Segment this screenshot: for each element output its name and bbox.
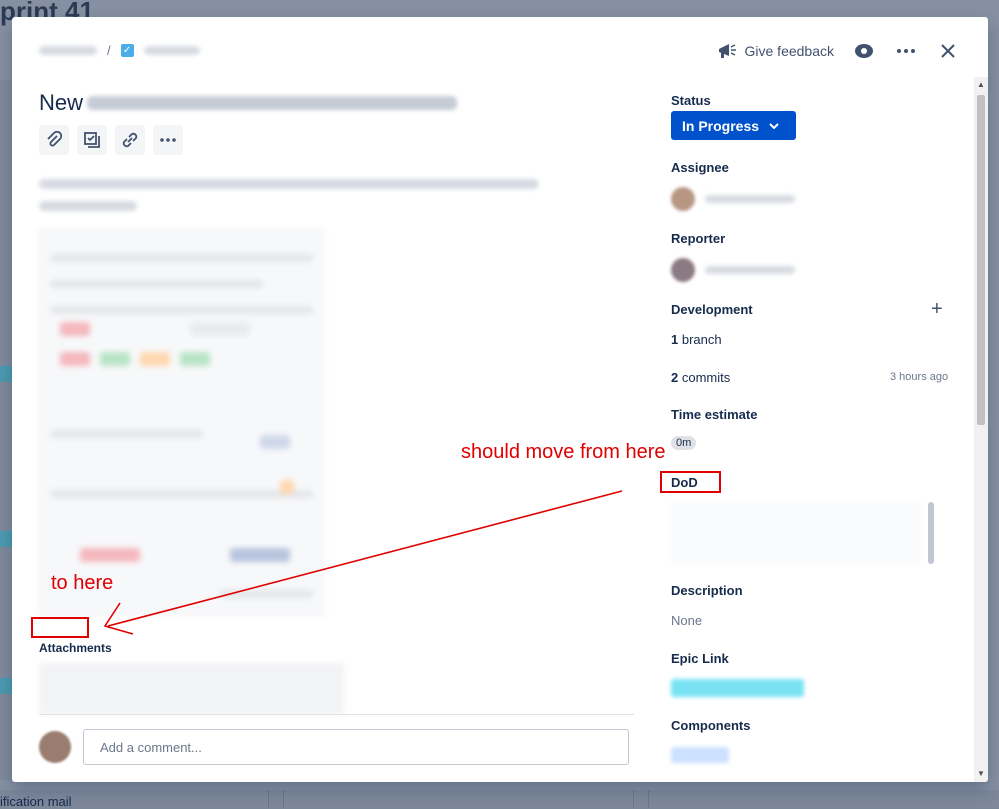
issue-title[interactable]: New — [39, 90, 458, 116]
board-card-tag — [0, 531, 12, 547]
avatar — [671, 258, 695, 282]
annotation-target-box — [31, 617, 89, 638]
assignee-label: Assignee — [671, 160, 729, 175]
link-icon[interactable] — [115, 125, 145, 155]
child-issue-icon[interactable] — [77, 125, 107, 155]
avatar — [671, 187, 695, 211]
board-column-divider — [633, 790, 634, 808]
task-type-icon: ✓ — [120, 44, 134, 57]
epic-link-label: Epic Link — [671, 651, 729, 666]
assignee-name-redacted — [705, 195, 795, 203]
annotation-from-text: should move from here — [461, 441, 666, 463]
more-icon[interactable] — [153, 125, 183, 155]
close-icon[interactable] — [936, 39, 960, 63]
board-footer: ification mail — [0, 790, 999, 809]
branch-link[interactable]: 1 branch — [671, 332, 722, 347]
chevron-down-icon — [769, 122, 779, 129]
divider — [39, 714, 634, 715]
breadcrumb: / ✓ — [39, 43, 200, 58]
commit-timestamp: 3 hours ago — [890, 371, 949, 383]
status-label: Status — [671, 93, 711, 108]
components-value[interactable] — [671, 747, 729, 763]
commit-count: 2 — [671, 370, 679, 385]
assignee-field[interactable] — [671, 187, 795, 211]
time-estimate-label: Time estimate — [671, 407, 758, 422]
issue-title-prefix: New — [39, 90, 84, 115]
board-column-divider — [648, 790, 649, 808]
issue-modal: / ✓ Give feedback New Attachments Add a … — [12, 17, 988, 782]
attachment-thumbnail[interactable] — [39, 663, 344, 715]
description-value[interactable]: None — [671, 613, 702, 628]
give-feedback-button[interactable]: Give feedback — [717, 42, 835, 60]
commit-text: commits — [681, 370, 731, 385]
eye-icon[interactable] — [852, 39, 876, 63]
avatar — [39, 731, 71, 763]
modal-scrollbar[interactable]: ▲ ▼ — [974, 77, 988, 782]
board-card-tag — [0, 678, 12, 694]
more-icon[interactable] — [894, 39, 918, 63]
reporter-name-redacted — [705, 266, 795, 274]
development-label: Development — [671, 302, 753, 317]
plus-icon[interactable]: + — [931, 299, 943, 319]
paperclip-icon[interactable] — [39, 125, 69, 155]
branch-count: 1 — [671, 332, 679, 347]
attachments-heading: Attachments — [39, 641, 112, 655]
annotation-source-box — [660, 471, 721, 493]
reporter-label: Reporter — [671, 231, 726, 246]
breadcrumb-separator: / — [107, 43, 111, 58]
comment-input[interactable]: Add a comment... — [83, 729, 629, 765]
dod-content-redacted[interactable] — [671, 501, 921, 565]
status-dropdown[interactable]: In Progress — [671, 111, 796, 140]
board-column-edge — [0, 80, 12, 780]
board-card-tag — [0, 366, 12, 382]
scrollbar-thumb[interactable] — [977, 95, 985, 425]
board-column-divider — [283, 790, 284, 808]
board-footer-text: ification mail — [0, 794, 72, 809]
branch-text: branch — [681, 332, 722, 347]
board-column-divider — [268, 790, 269, 808]
description-label: Description — [671, 583, 743, 598]
issue-title-redacted — [87, 96, 458, 110]
description-text-redacted — [39, 201, 137, 211]
issue-toolbar — [39, 125, 183, 155]
breadcrumb-project[interactable] — [39, 46, 97, 55]
annotation-to-text: to here — [51, 572, 114, 594]
components-label: Components — [671, 718, 751, 733]
embedded-screenshot[interactable] — [39, 229, 324, 616]
dod-scrollbar[interactable] — [928, 502, 934, 564]
reporter-field[interactable] — [671, 258, 795, 282]
modal-actions: Give feedback — [717, 39, 961, 63]
commits-link[interactable]: 2 commits — [671, 370, 730, 385]
comment-row: Add a comment... — [39, 729, 629, 765]
status-value: In Progress — [682, 117, 760, 134]
breadcrumb-issue-key[interactable] — [143, 46, 200, 55]
scroll-up-arrow-icon[interactable]: ▲ — [974, 79, 988, 91]
megaphone-icon — [718, 44, 736, 58]
scroll-down-arrow-icon[interactable]: ▼ — [974, 768, 988, 780]
epic-link-value[interactable] — [671, 679, 804, 697]
description-text-redacted — [39, 179, 539, 189]
give-feedback-label: Give feedback — [744, 43, 835, 59]
time-estimate-value[interactable]: 0m — [671, 436, 697, 450]
